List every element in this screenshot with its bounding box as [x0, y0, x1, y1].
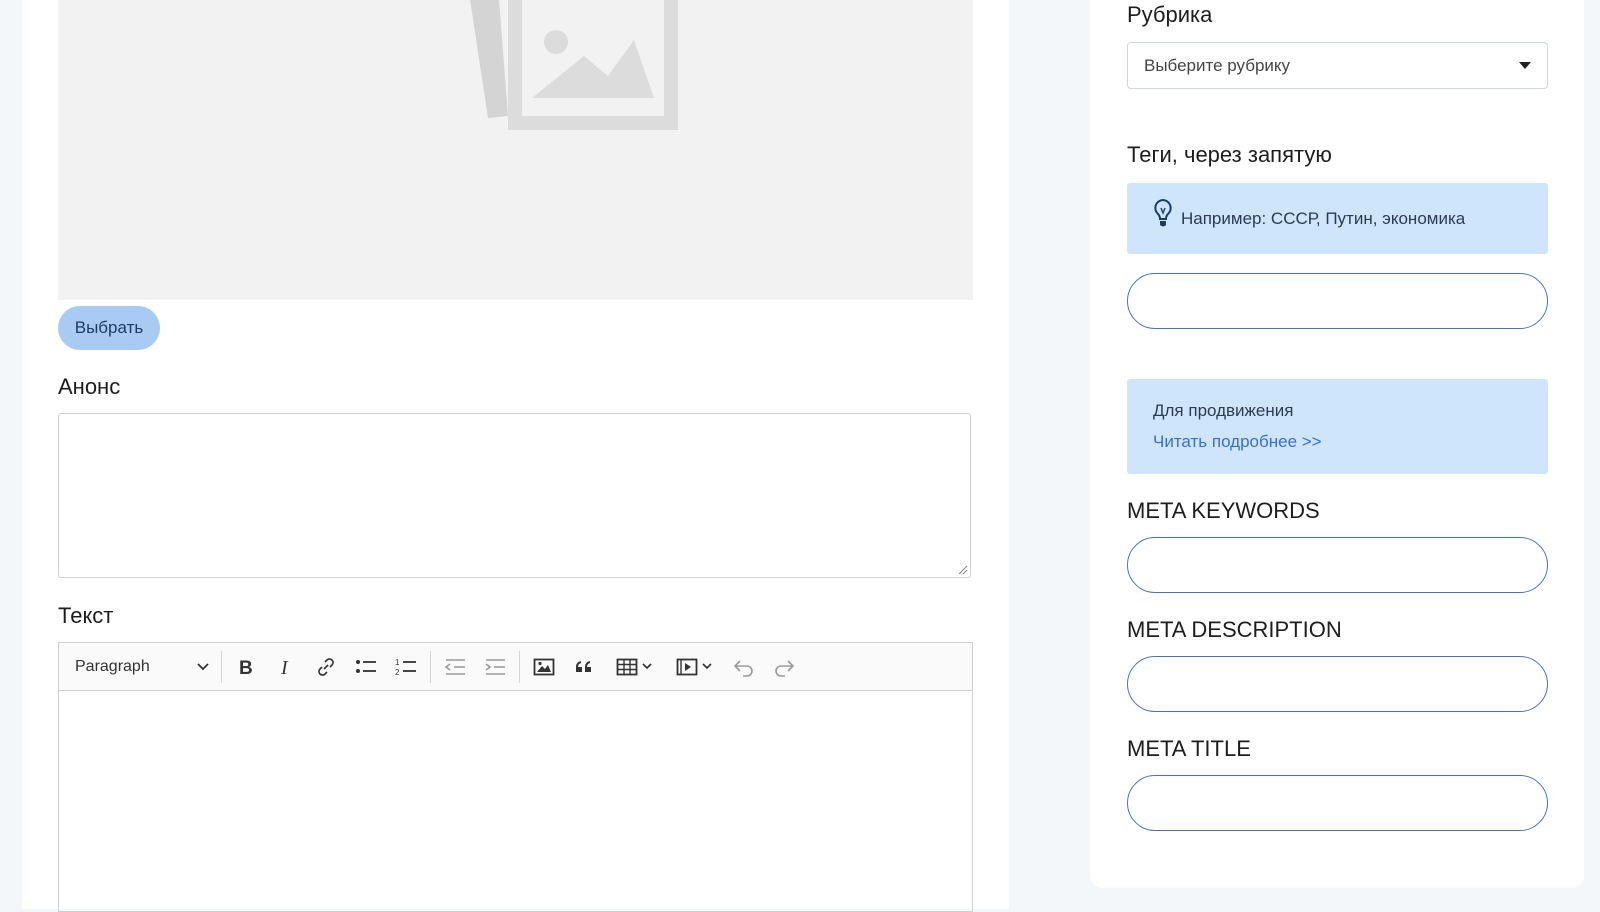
chevron-down-icon: [702, 663, 712, 670]
bold-icon: B: [239, 658, 253, 677]
promotion-info-box: Для продвижения Читать подробнее >>: [1127, 379, 1548, 474]
read-more-link[interactable]: Читать подробнее >>: [1153, 432, 1522, 452]
editor-toolbar: Paragraph B I 12: [59, 643, 972, 691]
rubric-label: Рубрика: [1127, 2, 1213, 27]
meta-keywords-label: META KEYWORDS: [1127, 498, 1320, 523]
text-label: Текст: [58, 603, 114, 628]
lightbulb-icon: [1154, 198, 1172, 226]
bulleted-list-button[interactable]: [346, 650, 386, 684]
italic-button[interactable]: I: [266, 650, 306, 684]
bold-button[interactable]: B: [226, 650, 266, 684]
undo-icon: [733, 659, 753, 677]
promotion-text: Для продвижения: [1153, 401, 1294, 420]
italic-icon: I: [280, 657, 289, 677]
paragraph-style-dropdown[interactable]: Paragraph: [67, 650, 217, 684]
rubric-selected-value: Выберите рубрику: [1144, 55, 1291, 75]
svg-text:2: 2: [395, 668, 400, 677]
image-placeholder-icon: [470, 0, 678, 130]
table-icon: [616, 658, 638, 675]
insert-table-button[interactable]: [604, 650, 664, 684]
choose-image-button[interactable]: Выбрать: [58, 306, 160, 350]
block-quote-button[interactable]: [564, 650, 604, 684]
announce-label: Анонс: [58, 374, 121, 399]
tags-label: Теги, через запятую: [1127, 142, 1332, 167]
rich-text-editor[interactable]: Paragraph B I 12: [58, 642, 973, 912]
meta-title-input[interactable]: [1127, 775, 1548, 831]
redo-button[interactable]: [764, 650, 804, 684]
tags-hint-text: Например: СССР, Путин, экономика: [1181, 208, 1466, 228]
toolbar-separator: [221, 650, 222, 683]
meta-keywords-input[interactable]: [1127, 537, 1548, 593]
block-quote-icon: [576, 660, 591, 672]
bulleted-list-icon: [356, 659, 376, 673]
paragraph-style-label: Paragraph: [75, 657, 150, 675]
link-icon: [318, 657, 334, 676]
outdent-icon: [444, 658, 465, 675]
meta-description-label: META DESCRIPTION: [1127, 617, 1342, 642]
resize-handle-icon[interactable]: [958, 565, 968, 575]
rubric-select[interactable]: Выберите рубрику: [1127, 42, 1548, 89]
toolbar-separator: [519, 650, 520, 683]
chevron-down-icon: [642, 663, 652, 670]
svg-text:B: B: [239, 658, 253, 677]
undo-button[interactable]: [724, 650, 764, 684]
outdent-button[interactable]: [435, 650, 475, 684]
meta-description-input[interactable]: [1127, 656, 1548, 712]
media-embed-icon: [676, 658, 698, 675]
numbered-list-button[interactable]: 12: [386, 650, 426, 684]
tags-hint-box: Например: СССР, Путин, экономика: [1127, 183, 1548, 254]
announce-textarea[interactable]: [58, 413, 971, 578]
link-button[interactable]: [306, 650, 346, 684]
svg-text:1: 1: [395, 658, 400, 667]
svg-text:I: I: [280, 657, 289, 677]
image-preview: [58, 0, 973, 300]
toolbar-separator: [430, 650, 431, 683]
indent-button[interactable]: [475, 650, 515, 684]
meta-title-label: META TITLE: [1127, 736, 1251, 761]
insert-image-icon: [533, 658, 555, 675]
tags-input[interactable]: [1127, 273, 1548, 329]
caret-down-icon: [1519, 62, 1531, 69]
indent-icon: [485, 658, 505, 675]
redo-icon: [775, 659, 795, 677]
insert-image-button[interactable]: [524, 650, 564, 684]
media-embed-button[interactable]: [664, 650, 724, 684]
numbered-list-icon: 12: [395, 658, 416, 677]
chevron-down-icon: [197, 662, 209, 670]
